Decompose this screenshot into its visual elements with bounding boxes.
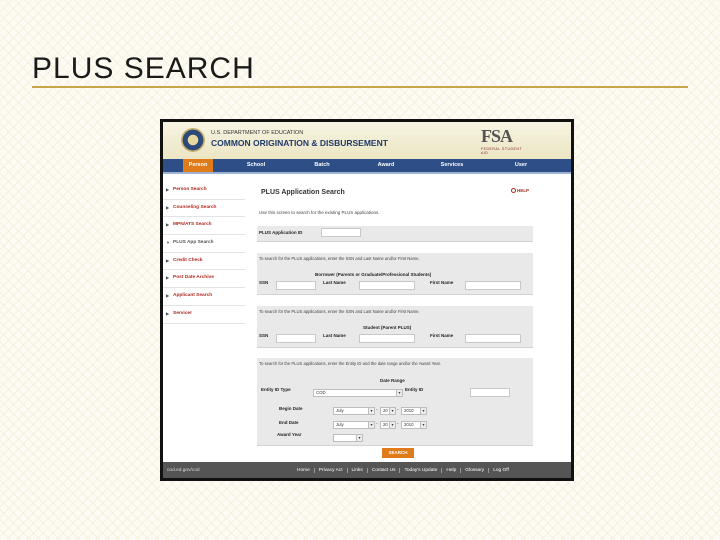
arrow-right-icon: ▶ <box>166 222 170 228</box>
date-range-label: Date Range <box>380 378 405 383</box>
application-id-label: PLUS Application ID <box>259 230 303 235</box>
footer-links: Home Privacy Act Links Contact Us Today'… <box>293 467 513 473</box>
fsa-logo-subtitle: FEDERAL STUDENT AID <box>481 147 522 155</box>
date-separator: - <box>376 421 378 426</box>
page-title: PLUS Application Search <box>261 189 345 196</box>
system-name: COMMON ORIGINATION & DISBURSEMENT <box>211 138 388 148</box>
entity-id-type-select[interactable]: COD ▾ <box>313 389 403 397</box>
borrower-first-name-input[interactable] <box>465 281 521 290</box>
application-id-input[interactable] <box>321 228 361 237</box>
department-seal-icon <box>181 128 205 152</box>
sidebar-item-credit-check[interactable]: ▶ Credit Check <box>163 253 245 271</box>
student-ssn-label: SSN <box>259 333 269 338</box>
sidebar-item-servicer[interactable]: ▶ Servicer <box>163 306 245 324</box>
intro-text: Use this screen to search for the existi… <box>259 210 380 215</box>
sidebar-item-post-date-archive[interactable]: ▶ Post Date Archive <box>163 270 245 289</box>
entity-id-input[interactable] <box>470 388 510 397</box>
arrow-right-icon: ▶ <box>166 310 170 316</box>
chevron-down-icon: ▾ <box>389 422 395 428</box>
sidebar-item-counseling-search[interactable]: ▶ Counseling Search <box>163 200 245 218</box>
help-link[interactable]: HELP <box>511 188 529 194</box>
end-month-select[interactable]: July ▾ <box>333 421 375 429</box>
sidebar-item-plus-app-search[interactable]: ▼ PLUS App Search <box>163 235 245 253</box>
entity-id-type-label: Entity ID Type <box>261 387 291 392</box>
student-first-name-label: First Name <box>430 333 454 338</box>
award-year-select[interactable]: ▾ <box>333 434 363 442</box>
entity-instructions: To search for the PLUS applications, ent… <box>259 361 441 366</box>
begin-year-select[interactable]: 2010 ▾ <box>401 407 427 415</box>
title-underline <box>32 86 688 88</box>
arrow-right-icon: ▶ <box>166 257 170 263</box>
arrow-right-icon: ▶ <box>166 275 170 281</box>
chevron-down-icon: ▾ <box>356 435 362 441</box>
award-year-label: Award Year <box>277 432 302 437</box>
footer-link-log-off[interactable]: Log Off <box>488 467 513 473</box>
student-last-name-label: Last Name <box>323 333 346 338</box>
sidebar-item-applicant-search[interactable]: ▶ Applicant Search <box>163 288 245 306</box>
student-heading: Student (Parent PLUS) <box>363 325 412 330</box>
footer-link-home[interactable]: Home <box>293 468 314 473</box>
borrower-instructions: To search for the PLUS applications, ent… <box>259 256 420 261</box>
arrow-right-icon: ▶ <box>166 187 170 192</box>
nav-tab-school[interactable]: School <box>243 159 269 172</box>
student-last-name-input[interactable] <box>359 334 415 343</box>
header-banner: U.S. DEPARTMENT OF EDUCATION COMMON ORIG… <box>163 122 571 159</box>
search-button[interactable]: SEARCH <box>382 448 414 458</box>
chevron-down-icon: ▾ <box>420 408 426 414</box>
footer-link-contact-us[interactable]: Contact Us <box>366 467 400 473</box>
borrower-last-name-input[interactable] <box>359 281 415 290</box>
entity-id-label: Entity ID <box>405 387 424 392</box>
borrower-first-name-label: First Name <box>430 280 454 285</box>
date-separator: - <box>397 407 399 412</box>
end-date-label: End Date <box>279 420 299 425</box>
begin-date-label: Begin Date <box>279 406 303 411</box>
nav-tab-services[interactable]: Services <box>435 159 469 172</box>
nav-tab-person[interactable]: Person <box>183 159 213 172</box>
arrow-down-icon: ▼ <box>166 240 170 246</box>
main-nav: Person School Batch Award Services User <box>163 159 571 172</box>
nav-tab-batch[interactable]: Batch <box>309 159 335 172</box>
sidebar: ▶ Person Search ▶ Counseling Search ▶ MPN/A… <box>163 182 245 324</box>
footer-link-todays-update[interactable]: Today's Update <box>399 467 441 473</box>
chevron-down-icon: ▾ <box>396 390 402 396</box>
arrow-right-icon: ▶ <box>166 293 170 299</box>
nav-tab-award[interactable]: Award <box>373 159 399 172</box>
slide-title: PLUS SEARCH <box>32 52 255 85</box>
chevron-down-icon: ▾ <box>420 422 426 428</box>
borrower-heading: Borrower (Parents or Graduate/Profession… <box>315 272 432 277</box>
fsa-logo: FSA FEDERAL STUDENT AID <box>481 126 525 156</box>
date-separator: - <box>397 421 399 426</box>
end-day-select[interactable]: 20 ▾ <box>380 421 396 429</box>
footer-link-links[interactable]: Links <box>346 467 367 473</box>
chevron-down-icon: ▾ <box>368 408 374 414</box>
footer-link-glossary[interactable]: Glossary <box>460 467 488 473</box>
begin-month-select[interactable]: July ▾ <box>333 407 375 415</box>
nav-underline <box>163 172 571 174</box>
sidebar-item-person-search[interactable]: ▶ Person Search <box>163 182 245 200</box>
footer-link-privacy-act[interactable]: Privacy Act <box>313 467 347 473</box>
department-name: U.S. DEPARTMENT OF EDUCATION <box>211 130 304 136</box>
borrower-ssn-input[interactable] <box>276 281 316 290</box>
footer-site-name: cod.ed.gov/cod <box>167 467 200 473</box>
screenshot-frame: U.S. DEPARTMENT OF EDUCATION COMMON ORIG… <box>160 119 574 481</box>
footer-link-help[interactable]: Help <box>441 467 460 473</box>
end-year-select[interactable]: 2010 ▾ <box>401 421 427 429</box>
sidebar-item-mpn-ats-search[interactable]: ▶ MPN/ATS Search <box>163 217 245 236</box>
footer: cod.ed.gov/cod Home Privacy Act Links Co… <box>163 462 571 478</box>
borrower-ssn-label: SSN <box>259 280 269 285</box>
fsa-logo-letters: FSA <box>481 126 513 146</box>
chevron-down-icon: ▾ <box>368 422 374 428</box>
begin-day-select[interactable]: 20 ▾ <box>380 407 396 415</box>
date-separator: - <box>376 407 378 412</box>
student-instructions: To search for the PLUS applications, ent… <box>259 309 420 314</box>
student-first-name-input[interactable] <box>465 334 521 343</box>
borrower-last-name-label: Last Name <box>323 280 346 285</box>
arrow-right-icon: ▶ <box>166 204 170 210</box>
chevron-down-icon: ▾ <box>389 408 395 414</box>
student-ssn-input[interactable] <box>276 334 316 343</box>
help-icon <box>511 188 516 194</box>
nav-tab-user[interactable]: User <box>509 159 533 172</box>
